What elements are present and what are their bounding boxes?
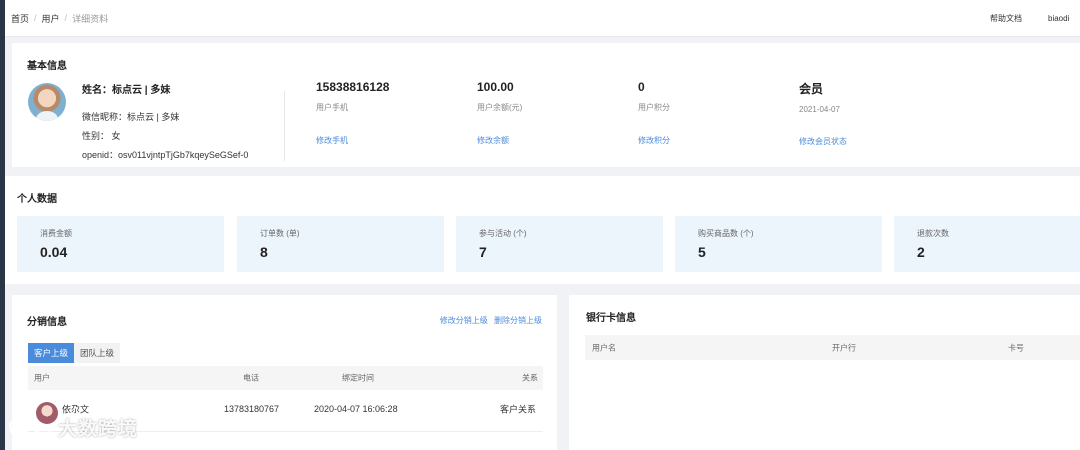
metric-orders-value: 8 xyxy=(260,244,268,260)
column-relation: 关系 xyxy=(522,373,538,383)
breadcrumb-users[interactable]: 用户 xyxy=(42,12,60,25)
personal-data-card: 个人数据 消费金额 0.04 订单数 (单) 8 参与活动 (个) 7 购买商品… xyxy=(5,176,1080,284)
user-gender: 性别： 女 xyxy=(82,131,121,141)
stat-phone-value: 15838816128 xyxy=(316,80,390,94)
breadcrumb-separator: / xyxy=(64,13,68,23)
edit-distributor-link[interactable]: 修改分销上级 xyxy=(440,316,488,325)
breadcrumb-home[interactable]: 首页 xyxy=(11,12,29,25)
edit-points-link[interactable]: 修改积分 xyxy=(638,135,670,146)
bank-card: 银行卡信息 用户名 开户行 卡号 xyxy=(569,295,1080,450)
stat-points-label: 用户积分 xyxy=(638,103,670,112)
edit-phone-link[interactable]: 修改手机 xyxy=(316,135,389,146)
user-avatar xyxy=(28,83,66,121)
metric-refunds-value: 2 xyxy=(917,244,925,260)
bank-table-header: 用户名 开户行 卡号 xyxy=(585,335,1080,360)
watermark-text: 大数跨境 xyxy=(58,419,139,440)
distribution-tabs: 客户上级 团队上级 xyxy=(28,343,121,363)
edit-membership-link[interactable]: 修改会员状态 xyxy=(799,136,847,147)
column-bind-time: 绑定时间 xyxy=(342,373,374,383)
stat-phone: 15838816128 用户手机 修改手机 xyxy=(316,80,389,146)
stat-points: 0 用户积分 修改积分 xyxy=(638,80,670,146)
header-actions: 帮助文档 biaodi xyxy=(990,0,1069,37)
stat-membership: 会员 2021-04-07 修改会员状态 xyxy=(799,80,847,147)
metric-refunds: 退款次数 2 xyxy=(894,216,1080,272)
top-bar: 首页 / 用户 / 详细资料 xyxy=(5,0,1080,37)
distribution-actions: 修改分销上级 删除分销上级 xyxy=(440,315,542,326)
watermark-logo-icon xyxy=(9,420,52,438)
row-time: 2020-04-07 16:06:28 xyxy=(314,404,398,414)
basic-info-card: 基本信息 姓名：标点云 | 多妹 微信昵称：标点云 | 多妹 性别： 女 ope… xyxy=(12,43,1080,167)
breadcrumb: 首页 / 用户 / 详细资料 xyxy=(11,12,108,25)
column-card-number: 卡号 xyxy=(1008,343,1024,352)
metric-activities: 参与活动 (个) 7 xyxy=(456,216,663,272)
watermark: 大数跨境 xyxy=(8,414,138,441)
metric-products-label: 购买商品数 (个) xyxy=(698,229,754,238)
metric-activities-label: 参与活动 (个) xyxy=(479,229,527,238)
distribution-table-header: 用户 电话 绑定时间 关系 xyxy=(28,366,543,390)
row-phone: 13783180767 xyxy=(224,404,280,414)
help-docs-link[interactable]: 帮助文档 xyxy=(990,13,1022,24)
stat-balance-value: 100.00 xyxy=(477,80,514,94)
wechat-nickname: 微信昵称：标点云 | 多妹 xyxy=(82,112,180,122)
metric-orders: 订单数 (单) 8 xyxy=(237,216,444,272)
metric-activities-value: 7 xyxy=(479,244,487,260)
breadcrumb-current: 详细资料 xyxy=(72,13,109,24)
stat-balance: 100.00 用户余额(元) 修改余额 xyxy=(477,80,522,146)
metric-spend-label: 消费金额 xyxy=(40,229,72,238)
distribution-title: 分销信息 xyxy=(27,317,67,328)
personal-data-title: 个人数据 xyxy=(17,194,57,205)
metric-products: 购买商品数 (个) 5 xyxy=(675,216,882,272)
info-divider xyxy=(284,91,285,161)
edit-balance-link[interactable]: 修改余额 xyxy=(477,135,522,146)
metric-products-value: 5 xyxy=(698,244,706,260)
stat-phone-label: 用户手机 xyxy=(316,103,348,112)
delete-distributor-link[interactable]: 删除分销上级 xyxy=(494,316,542,325)
column-username: 用户名 xyxy=(592,343,616,352)
column-user: 用户 xyxy=(34,373,50,383)
metric-spend-value: 0.04 xyxy=(40,244,68,260)
user-profile-info: 姓名：标点云 | 多妹 微信昵称：标点云 | 多妹 性别： 女 openid：o… xyxy=(82,81,248,161)
stat-membership-date: 2021-04-07 xyxy=(799,105,840,114)
stat-balance-label: 用户余额(元) xyxy=(477,103,523,112)
metric-spend: 消费金额 0.04 xyxy=(17,216,224,272)
user-openid: openid：osv011vjntpTjGb7kqeySeGSef-0 xyxy=(82,150,249,160)
column-phone: 电话 xyxy=(243,373,259,383)
tab-customer-superior[interactable]: 客户上级 xyxy=(28,343,75,363)
stat-points-value: 0 xyxy=(638,80,645,94)
tab-team-superior[interactable]: 团队上级 xyxy=(74,343,121,363)
metric-refunds-label: 退款次数 xyxy=(917,229,949,238)
basic-info-title: 基本信息 xyxy=(27,61,67,72)
metric-orders-label: 订单数 (单) xyxy=(260,229,300,238)
stat-membership-value: 会员 xyxy=(799,82,824,96)
row-relation: 客户关系 xyxy=(500,404,537,415)
bank-title: 银行卡信息 xyxy=(586,313,636,324)
breadcrumb-separator: / xyxy=(34,13,37,23)
user-menu[interactable]: biaodi xyxy=(1048,14,1069,23)
user-name: 姓名：标点云 | 多妹 xyxy=(82,85,171,96)
column-bank: 开户行 xyxy=(832,343,856,352)
